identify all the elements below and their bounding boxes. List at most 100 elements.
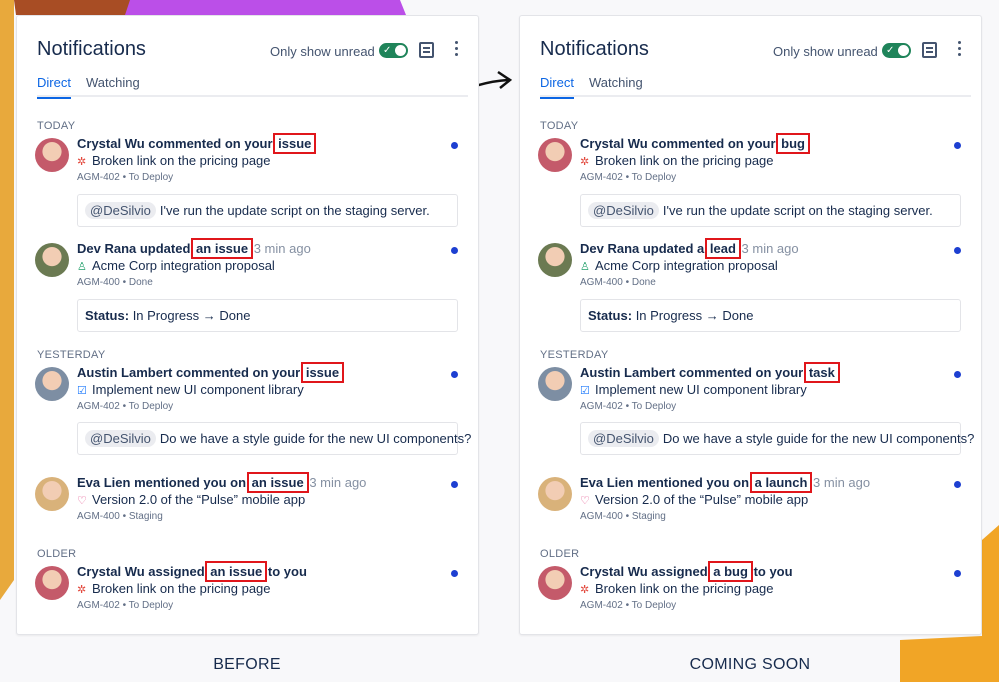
mention-chip[interactable]: @DeSilvio	[85, 430, 156, 447]
mention-chip[interactable]: @DeSilvio	[588, 430, 659, 447]
title-text: Austin Lambert commented on your	[77, 365, 301, 380]
unread-dot[interactable]	[954, 142, 961, 149]
box-text: I've run the update script on the stagin…	[159, 203, 430, 218]
panel-caption: COMING SOON	[689, 656, 811, 673]
tab-watching[interactable]: Watching	[86, 75, 140, 90]
section-label: TODAY	[540, 120, 579, 132]
mark-all-read-icon[interactable]	[922, 42, 937, 58]
highlighted-object[interactable]: a launch	[749, 472, 813, 493]
issue-meta: AGM-402 • To Deploy	[580, 172, 677, 183]
summary-text: Broken link on the pricing page	[595, 581, 774, 596]
title-text: Crystal Wu commented on your	[580, 136, 776, 151]
box-text: Do we have a style guide for the new UI …	[159, 431, 472, 446]
summary-text: Broken link on the pricing page	[92, 153, 271, 168]
highlighted-object[interactable]: an issue	[191, 238, 254, 259]
mention-chip[interactable]: @DeSilvio	[588, 202, 659, 219]
tab-watching[interactable]: Watching	[589, 75, 643, 90]
unread-dot[interactable]	[451, 570, 458, 577]
highlighted-object[interactable]: a bug	[708, 561, 753, 582]
issue-summary[interactable]: ♡ Version 2.0 of the “Pulse” mobile app	[580, 492, 808, 507]
issue-summary[interactable]: ✲ Broken link on the pricing page	[580, 153, 774, 168]
notifications-panel: Notifications Only show unread ✓ Direct Watc…	[16, 15, 479, 635]
more-options-icon[interactable]	[455, 41, 459, 59]
bug-icon: ✲	[77, 584, 87, 596]
issue-meta: AGM-400 • Done	[77, 277, 153, 288]
highlighted-object[interactable]: an issue	[246, 472, 309, 493]
section-label: OLDER	[540, 548, 580, 560]
avatar	[538, 138, 572, 172]
issue-summary[interactable]: ☑ Implement new UI component library	[580, 382, 807, 397]
unread-dot[interactable]	[954, 570, 961, 577]
title-text: Crystal Wu assigned	[77, 564, 205, 579]
box-text: In Progress → Done	[635, 308, 754, 323]
title-suffix: 3 min ago	[253, 241, 311, 256]
issue-summary[interactable]: ✲ Broken link on the pricing page	[77, 153, 271, 168]
mention-chip[interactable]: @DeSilvio	[85, 202, 156, 219]
only-show-unread-label: Only show unread	[270, 44, 375, 59]
comment-preview: @DeSilvio I've run the update script on t…	[580, 194, 961, 227]
highlighted-object[interactable]: an issue	[205, 561, 268, 582]
issue-meta: AGM-400 • Staging	[580, 511, 666, 522]
highlighted-object[interactable]: bug	[776, 133, 810, 154]
only-show-unread-label: Only show unread	[773, 44, 878, 59]
issue-meta: AGM-402 • To Deploy	[580, 401, 677, 412]
title-text: Austin Lambert commented on your	[580, 365, 804, 380]
section-label: TODAY	[37, 120, 76, 132]
avatar	[35, 367, 69, 401]
notification-title: Crystal Wu assigned an issue to you	[77, 561, 307, 582]
person-icon: ♙	[580, 261, 590, 273]
comment-preview: @DeSilvio I've run the update script on t…	[77, 194, 458, 227]
unread-dot[interactable]	[954, 371, 961, 378]
issue-summary[interactable]: ☑ Implement new UI component library	[77, 382, 304, 397]
bug-icon: ✲	[580, 156, 590, 168]
avatar	[538, 243, 572, 277]
title-text: Eva Lien mentioned you on	[77, 475, 247, 490]
unread-dot[interactable]	[451, 481, 458, 488]
title-text: Dev Rana updated	[77, 241, 191, 256]
unread-dot[interactable]	[451, 142, 458, 149]
avatar	[35, 477, 69, 511]
mark-all-read-icon[interactable]	[419, 42, 434, 58]
tab-bar: Direct Watching	[37, 74, 468, 99]
unread-dot[interactable]	[451, 247, 458, 254]
title-suffix: 3 min ago	[813, 475, 871, 490]
only-show-unread-toggle[interactable]: ✓	[882, 43, 911, 58]
notification-title: Austin Lambert commented on your task	[580, 362, 840, 383]
box-text: Do we have a style guide for the new UI …	[662, 431, 975, 446]
unread-dot[interactable]	[451, 371, 458, 378]
status-change: Status: In Progress → Done	[77, 299, 458, 332]
title-text: Eva Lien mentioned you on	[580, 475, 750, 490]
issue-meta: AGM-402 • To Deploy	[77, 401, 174, 412]
highlighted-object[interactable]: issue	[273, 133, 317, 154]
title-text: Crystal Wu assigned	[580, 564, 708, 579]
only-show-unread-toggle[interactable]: ✓	[379, 43, 408, 58]
highlighted-object[interactable]: issue	[300, 362, 345, 383]
summary-text: Acme Corp integration proposal	[595, 258, 778, 273]
avatar	[35, 138, 69, 172]
unread-dot[interactable]	[954, 247, 961, 254]
box-text: I've run the update script on the stagin…	[662, 203, 933, 218]
highlighted-object[interactable]: lead	[704, 238, 741, 259]
tab-direct[interactable]: Direct	[540, 75, 574, 99]
status-label: Status:	[588, 308, 633, 323]
issue-summary[interactable]: ♙ Acme Corp integration proposal	[580, 258, 778, 273]
tab-direct[interactable]: Direct	[37, 75, 71, 99]
avatar	[538, 477, 572, 511]
title-suffix: 3 min ago	[741, 241, 799, 256]
person-icon: ♙	[77, 261, 87, 273]
issue-meta: AGM-402 • To Deploy	[77, 172, 174, 183]
title-text: Crystal Wu commented on your	[77, 136, 273, 151]
box-text: In Progress → Done	[132, 308, 251, 323]
highlighted-object[interactable]: task	[803, 362, 840, 383]
summary-text: Broken link on the pricing page	[92, 581, 271, 596]
tab-bar: Direct Watching	[540, 74, 971, 99]
issue-summary[interactable]: ✲ Broken link on the pricing page	[77, 581, 271, 596]
comment-preview: @DeSilvio Do we have a style guide for th…	[77, 422, 471, 455]
summary-text: Implement new UI component library	[92, 382, 304, 397]
issue-summary[interactable]: ♙ Acme Corp integration proposal	[77, 258, 275, 273]
issue-summary[interactable]: ✲ Broken link on the pricing page	[580, 581, 774, 596]
more-options-icon[interactable]	[958, 41, 962, 59]
issue-summary[interactable]: ♡ Version 2.0 of the “Pulse” mobile app	[77, 492, 305, 507]
checkbox-icon: ☑	[580, 385, 590, 397]
unread-dot[interactable]	[954, 481, 961, 488]
